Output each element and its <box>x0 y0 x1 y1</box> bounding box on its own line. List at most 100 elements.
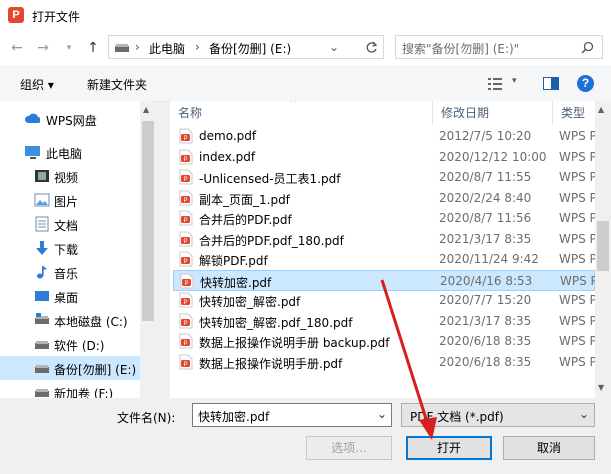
preview-pane-icon[interactable] <box>543 77 559 90</box>
file-row[interactable]: P 合并后的PDF.pdf_180.pdf 2021/3/17 8:35 WPS PD… <box>173 229 595 250</box>
back-arrow-icon[interactable]: ← <box>8 39 26 57</box>
up-arrow-icon[interactable]: ↑ <box>84 39 102 57</box>
dialog-footer: 文件名(N): 快转加密.pdf ⌄ PDF 文档 (*.pdf) ⌄ 选项..… <box>0 398 611 474</box>
file-row[interactable]: P 快转加密_解密.pdf_180.pdf 2021/3/17 8:35 WPS PD… <box>173 311 595 332</box>
file-name: -Unlicensed-员工表1.pdf <box>199 172 341 186</box>
file-name: 解锁PDF.pdf <box>199 254 268 268</box>
svg-text:P: P <box>183 198 187 204</box>
sidebar-item-drive-d[interactable]: 软件 (D:) <box>0 332 156 356</box>
view-options-icon[interactable] <box>488 78 502 90</box>
svg-text:P: P <box>183 239 187 245</box>
sidebar-item-wps-cloud[interactable]: WPS网盘 <box>0 107 156 131</box>
new-folder-button[interactable]: 新建文件夹 <box>87 76 147 93</box>
file-type: WPS PDF <box>559 293 595 307</box>
file-row[interactable]: P 数据上报操作说明手册 backup.pdf 2020/6/18 8:35 WPS … <box>173 331 595 352</box>
search-box[interactable]: 搜索"备份[勿删] (E:)" <box>395 35 603 59</box>
breadcrumb-separator-icon: › <box>195 40 200 54</box>
search-icon[interactable] <box>581 41 594 54</box>
sidebar-item-desktop[interactable]: 桌面 <box>0 284 156 308</box>
forward-arrow-icon[interactable]: → <box>34 39 52 57</box>
computer-icon <box>25 146 40 159</box>
file-row[interactable]: P 合并后的PDF.pdf 2020/8/7 11:56 WPS PDF <box>173 208 595 229</box>
svg-text:P: P <box>183 300 187 306</box>
file-date: 2020/11/24 9:42 <box>439 252 539 266</box>
scroll-up-icon[interactable]: ▲ <box>598 105 604 114</box>
drive-icon <box>35 313 49 324</box>
file-name: 快转加密.pdf <box>200 275 272 290</box>
file-date: 2020/7/7 15:20 <box>439 293 532 307</box>
breadcrumb-this-pc[interactable]: 此电脑 <box>149 40 185 57</box>
music-icon <box>37 266 47 279</box>
file-list-scrollbar-thumb[interactable] <box>597 221 609 271</box>
drive-icon <box>35 389 49 397</box>
drive-icon <box>115 44 129 52</box>
sidebar-item-drive-e[interactable]: 备份[勿删] (E:) <box>0 356 156 380</box>
file-date: 2021/3/17 8:35 <box>439 313 532 328</box>
help-icon[interactable]: ? <box>577 75 594 92</box>
file-name: 合并后的PDF.pdf_180.pdf <box>199 233 344 248</box>
window-title: 打开文件 <box>32 10 81 24</box>
file-row[interactable]: P 快转加密.pdf 2020/4/16 8:53 WPS PDF <box>173 269 595 291</box>
svg-text:P: P <box>183 341 187 347</box>
pdf-file-icon: P <box>179 190 193 205</box>
sort-ascending-icon: ^ <box>290 101 297 107</box>
scroll-down-icon[interactable]: ▼ <box>598 383 604 392</box>
filename-field[interactable]: 快转加密.pdf ⌄ <box>192 403 392 427</box>
column-header-type[interactable]: 类型 <box>553 101 595 125</box>
sidebar-item-music[interactable]: 音乐 <box>0 260 156 284</box>
file-row[interactable]: Pindex.pdf 2020/12/12 10:00 WPS PDF <box>173 147 595 168</box>
address-bar[interactable]: › 此电脑 › 备份[勿删] (E:) ⌄ <box>108 35 384 59</box>
breadcrumb-drive-e[interactable]: 备份[勿删] (E:) <box>209 40 291 57</box>
file-date: 2020/2/24 8:40 <box>439 190 532 205</box>
pdf-file-icon: P <box>179 169 193 185</box>
sidebar-item-downloads[interactable]: 下载 <box>0 236 156 260</box>
pdf-file-icon: P <box>179 210 193 226</box>
organize-menu-button[interactable]: 组织 ▾ <box>20 76 54 93</box>
sidebar-item-videos[interactable]: 视频 <box>0 164 156 188</box>
svg-text:P: P <box>184 281 188 287</box>
file-row[interactable]: P 解锁PDF.pdf 2020/11/24 9:42 WPS PDF <box>173 249 595 270</box>
file-row[interactable]: P 快转加密_解密.pdf 2020/7/7 15:20 WPS PDF <box>173 290 595 311</box>
file-date: 2021/3/17 8:35 <box>439 231 532 246</box>
search-input[interactable]: 搜索"备份[勿删] (E:)" <box>402 40 519 57</box>
open-button[interactable]: 打开 <box>406 436 492 460</box>
sidebar-scrollbar[interactable]: ▲ <box>140 101 156 398</box>
filetype-select[interactable]: PDF 文档 (*.pdf) ⌄ <box>401 403 595 427</box>
drive-icon <box>35 341 49 349</box>
file-type: WPS PDF <box>559 190 595 205</box>
column-header-name[interactable]: 名称 <box>170 101 433 125</box>
options-button[interactable]: 选项... <box>306 436 392 460</box>
file-list-scrollbar[interactable]: ▲ ▼ <box>595 101 611 398</box>
pdf-file-icon: P <box>179 251 193 267</box>
file-row[interactable]: Pdemo.pdf 2012/7/5 10:20 WPS PDF <box>173 126 595 147</box>
recent-locations-chevron-icon[interactable]: ▾ <box>60 39 78 57</box>
sidebar-item-documents[interactable]: 文档 <box>0 212 156 236</box>
view-dropdown-icon[interactable]: ▾ <box>512 76 517 86</box>
column-header-date[interactable]: 修改日期 <box>433 101 553 125</box>
file-name: 合并后的PDF.pdf <box>199 213 292 227</box>
filetype-chevron-icon[interactable]: ⌄ <box>579 407 589 421</box>
title-bar: P 打开文件 <box>0 0 611 31</box>
sidebar-scrollbar-thumb[interactable] <box>142 121 154 321</box>
file-name: 数据上报操作说明手册.pdf <box>199 356 343 371</box>
sidebar-item-drive-c[interactable]: 本地磁盘 (C:) <box>0 308 156 332</box>
pdf-file-icon: P <box>179 128 193 144</box>
filename-history-chevron-icon[interactable]: ⌄ <box>377 407 387 421</box>
file-type: WPS PDF <box>559 354 595 369</box>
file-row[interactable]: P -Unlicensed-员工表1.pdf 2020/8/7 11:55 WPS P… <box>173 167 595 188</box>
file-row[interactable]: P 副本_页面_1.pdf 2020/2/24 8:40 WPS PDF <box>173 188 595 209</box>
filename-input[interactable]: 快转加密.pdf <box>198 408 269 425</box>
refresh-icon[interactable] <box>365 41 378 54</box>
video-icon <box>35 170 49 182</box>
sidebar-item-this-pc[interactable]: 此电脑 <box>0 140 156 164</box>
pdf-file-icon: P <box>179 292 193 308</box>
sidebar-item-pictures[interactable]: 图片 <box>0 188 156 212</box>
file-type: WPS PDF <box>559 170 595 184</box>
cancel-button[interactable]: 取消 <box>503 436 595 460</box>
svg-text:P: P <box>183 218 187 224</box>
sidebar-item-drive-f[interactable]: 新加卷 (F:) <box>0 380 156 398</box>
file-row[interactable]: P 数据上报操作说明手册.pdf 2020/6/18 8:35 WPS PDF <box>173 352 595 373</box>
breadcrumb-dropdown-icon[interactable]: ⌄ <box>329 40 339 54</box>
download-icon <box>36 241 48 255</box>
scroll-up-icon[interactable]: ▲ <box>143 105 149 114</box>
